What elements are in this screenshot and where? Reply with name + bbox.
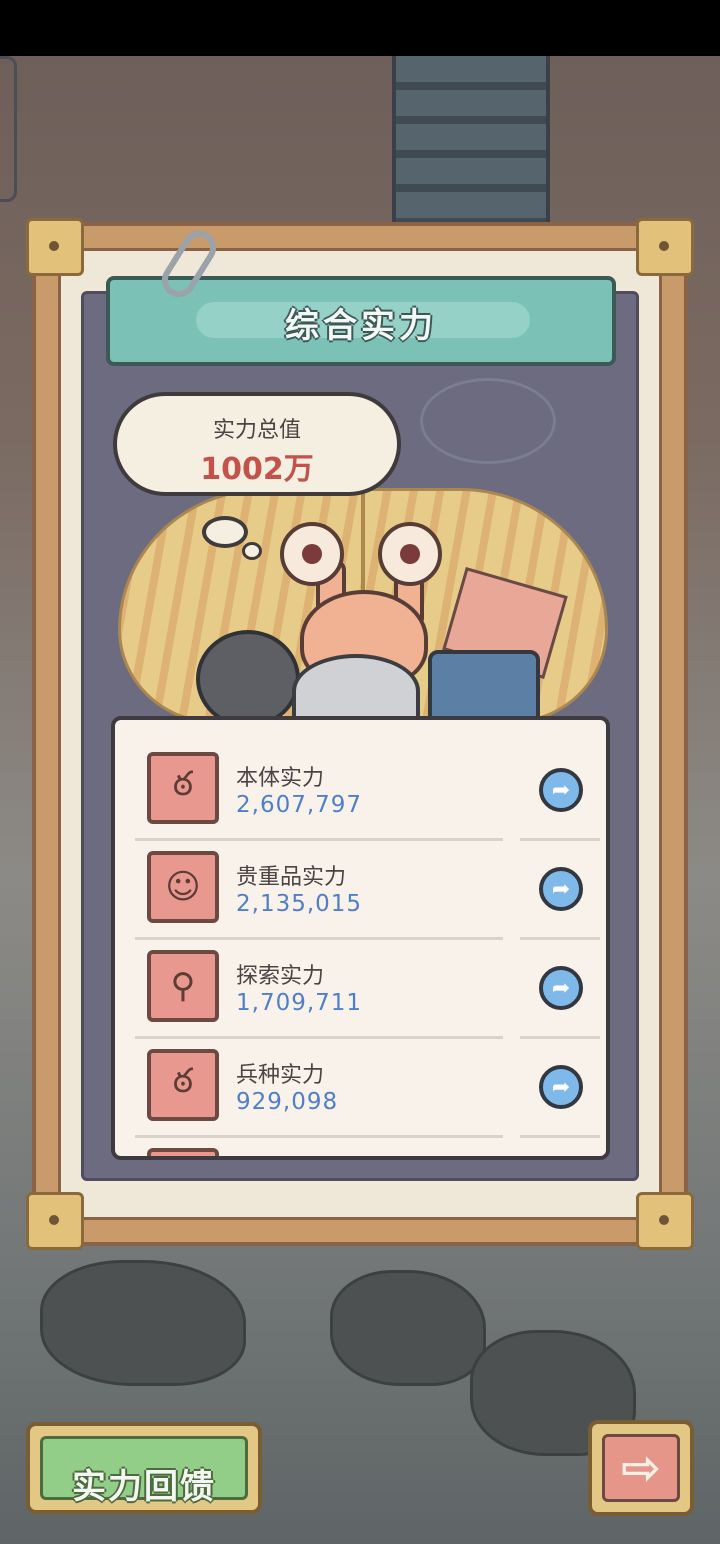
side-tab-edge	[0, 56, 17, 202]
spiked-mace-icon	[196, 630, 300, 728]
list-item-troop-power: ఠ 兵种实力 929,098 ➦	[135, 1027, 600, 1138]
next-arrow-button[interactable]: ⇨	[588, 1420, 694, 1516]
power-breakdown-list[interactable]: ఠ 本体实力 2,607,797 ➦ ☺ 贵重品实力 2,135,015 ➦ ⚲…	[111, 716, 610, 1160]
item-value: 2,135,015	[236, 891, 363, 917]
board-corner-bracket	[636, 218, 694, 276]
goto-arrow-button[interactable]: ➦	[539, 1065, 583, 1109]
partial-item-icon	[147, 1148, 219, 1156]
goto-arrow-button[interactable]: ➦	[539, 966, 583, 1010]
goto-arrow-button[interactable]: ➦	[539, 768, 583, 812]
board-corner-bracket	[26, 218, 84, 276]
list-item-body-power: ఠ 本体实力 2,607,797 ➦	[135, 730, 600, 841]
list-item-explore-power: ⚲ 探索实力 1,709,711 ➦	[135, 928, 600, 1039]
total-power-bubble: 实力总值 1002万	[113, 392, 401, 496]
bust-statue-icon: ☺	[147, 851, 219, 923]
item-value: 929,098	[236, 1089, 339, 1115]
board-corner-bracket	[26, 1192, 84, 1250]
magnifier-icon: ⚲	[147, 950, 219, 1022]
right-arrow-icon: ⇨	[602, 1434, 680, 1502]
list-item-treasure-power: ☺ 贵重品实力 2,135,015 ➦	[135, 829, 600, 940]
item-label: 本体实力	[236, 766, 325, 791]
power-feedback-button[interactable]: 实力回馈	[26, 1422, 262, 1514]
troop-creature-icon: ఠ	[147, 1049, 219, 1121]
item-label: 贵重品实力	[236, 865, 347, 890]
item-value: 1,709,711	[236, 990, 363, 1016]
snail-eye-icon	[280, 522, 344, 586]
total-power-value: 1002万	[200, 452, 314, 487]
pagoda-tower-decoration	[392, 56, 550, 226]
snail-eye-icon	[378, 522, 442, 586]
snail-wings-icon: ఠ	[147, 752, 219, 824]
page-title: 综合实力	[285, 306, 437, 346]
feedback-button-face: 实力回馈	[40, 1436, 248, 1507]
winged-eye-emblem-icon	[420, 378, 556, 464]
list-item-partial	[135, 1126, 595, 1156]
thought-bubble-dot	[242, 542, 262, 560]
board-corner-bracket	[636, 1192, 694, 1250]
goto-arrow-button[interactable]: ➦	[539, 867, 583, 911]
feedback-button-label: 实力回馈	[72, 1467, 216, 1507]
item-label: 兵种实力	[236, 1063, 325, 1088]
rock-decoration	[40, 1260, 246, 1386]
item-value: 2,607,797	[236, 792, 363, 818]
thought-bubble-dot	[202, 516, 248, 548]
status-bar	[0, 0, 720, 56]
total-power-label: 实力总值	[212, 418, 301, 443]
rock-decoration	[330, 1270, 486, 1386]
item-label: 探索实力	[236, 964, 325, 989]
